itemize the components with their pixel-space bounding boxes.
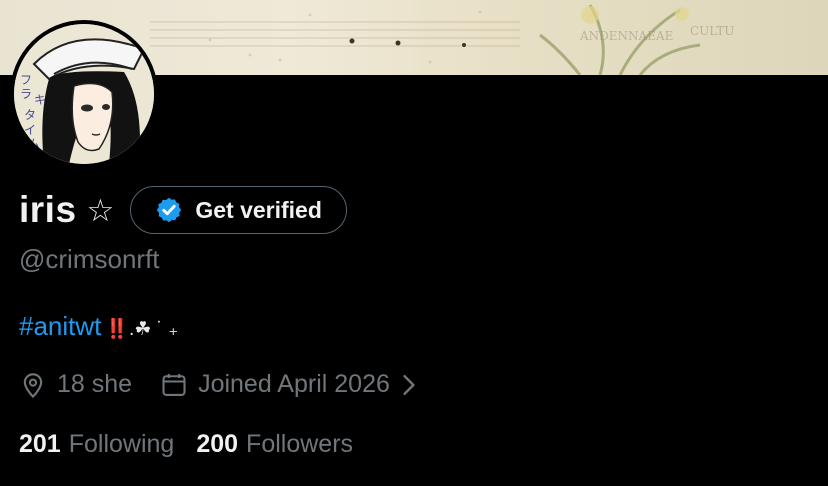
display-name: iris [19,189,77,230]
name-star-decoration: ☆ [86,192,115,228]
avatar[interactable]: フラ キタ イム [10,20,158,168]
get-verified-button[interactable]: Get verified [130,186,347,234]
svg-text:タ: タ [24,108,36,122]
follow-stats: 201 Following 200 Followers [19,430,353,459]
location-text: 18 she [57,370,133,398]
location-item: 18 she [19,370,132,399]
profile-meta: 18 she Joined April 2026 [19,370,418,399]
svg-text:イ: イ [24,123,36,137]
avatar-image: フラ キタ イム [14,24,154,164]
bio-hashtag-link[interactable]: #anitwt [19,311,101,341]
name-row: iris ☆ Get verified [19,184,347,236]
svg-text:フ: フ [20,73,32,87]
calendar-icon [162,373,186,396]
location-pin-icon [23,372,43,398]
verified-badge-icon [157,197,182,223]
followers-link[interactable]: 200 Followers [196,430,353,459]
followers-count: 200 [196,430,239,458]
followers-label: Followers [246,430,354,458]
svg-text:CULTU: CULTU [690,24,734,38]
following-label: Following [68,430,175,458]
bio-decoration: ‼️.☘︎ ˙ ₊ [105,319,179,340]
following-count: 201 [19,430,61,458]
get-verified-label: Get verified [195,196,322,223]
svg-text:ム: ム [28,137,40,151]
svg-text:ラ: ラ [20,87,32,101]
joined-item[interactable]: Joined April 2026 [160,370,418,399]
joined-date-text: Joined April 2026 [198,370,390,398]
chevron-right-icon [403,374,415,395]
svg-text:キ: キ [34,93,46,107]
svg-text:ANDENNAEAE: ANDENNAEAE [579,29,673,43]
following-link[interactable]: 201 Following [19,430,174,459]
bio: #anitwt ‼️.☘︎ ˙ ₊ [19,311,178,342]
username-handle: @crimsonrft [19,244,160,274]
